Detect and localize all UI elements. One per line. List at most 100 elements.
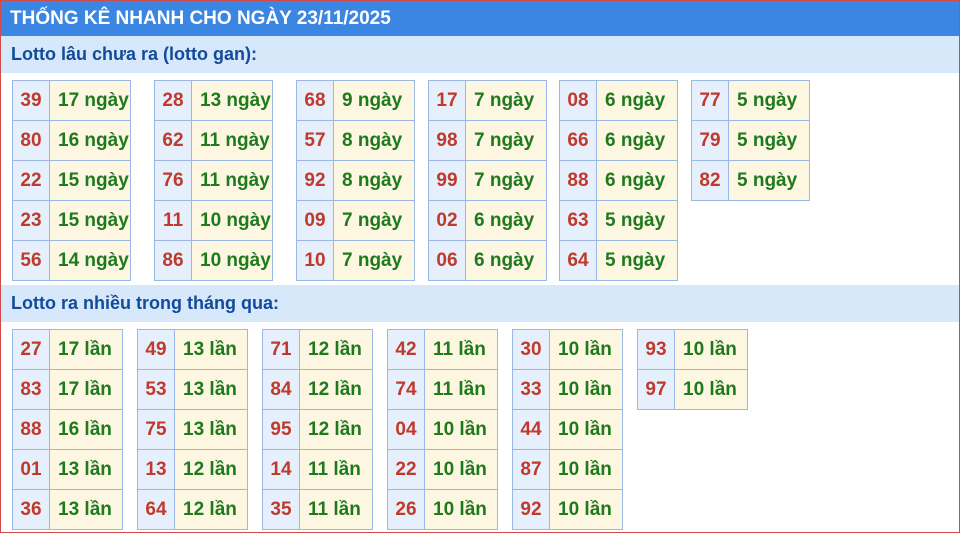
lotto-number: 26	[388, 490, 425, 529]
lotto-gan-groups: 39 17 ngày 80 16 ngày 22 15 ngày 23 15 ngày 56 14…	[1, 73, 959, 285]
times-appeared-count: 16 lần	[50, 410, 122, 449]
times-appeared-count: 13 lần	[50, 490, 122, 529]
table-row: 01 13 lần	[13, 449, 122, 489]
days-absent-count: 7 ngày	[334, 201, 414, 240]
lotto-number: 63	[560, 201, 597, 240]
stats-panel: THỐNG KÊ NHANH CHO NGÀY 23/11/2025 Lotto…	[0, 0, 960, 533]
table-row: 53 13 lần	[138, 369, 247, 409]
lotto-number: 92	[513, 490, 550, 529]
table-row: 66 6 ngày	[560, 120, 677, 160]
table-row: 86 10 ngày	[155, 240, 272, 280]
days-absent-count: 7 ngày	[466, 121, 546, 160]
days-absent-count: 15 ngày	[50, 161, 130, 200]
times-appeared-count: 10 lần	[675, 330, 747, 369]
lotto-number: 87	[513, 450, 550, 489]
table-row: 26 10 lần	[388, 489, 497, 529]
table-row: 30 10 lần	[513, 330, 622, 369]
table-row: 56 14 ngày	[13, 240, 130, 280]
lotto-number: 77	[692, 81, 729, 120]
lotto-number: 36	[13, 490, 50, 529]
times-appeared-count: 13 lần	[175, 330, 247, 369]
table-row: 22 15 ngày	[13, 160, 130, 200]
times-appeared-count: 11 lần	[300, 490, 372, 529]
lotto-number: 75	[138, 410, 175, 449]
days-absent-group: 68 9 ngày 57 8 ngày 92 8 ngày 09 7 ngày 10 7 ngày	[296, 80, 415, 281]
table-row: 80 16 ngày	[13, 120, 130, 160]
table-row: 99 7 ngày	[429, 160, 546, 200]
days-absent-count: 5 ngày	[729, 81, 809, 120]
table-row: 10 7 ngày	[297, 240, 414, 280]
table-row: 74 11 lần	[388, 369, 497, 409]
days-absent-count: 16 ngày	[50, 121, 130, 160]
page-title: THỐNG KÊ NHANH CHO NGÀY 23/11/2025	[1, 1, 959, 36]
table-row: 57 8 ngày	[297, 120, 414, 160]
table-row: 35 11 lần	[263, 489, 372, 529]
table-row: 97 10 lần	[638, 369, 747, 409]
table-row: 88 16 lần	[13, 409, 122, 449]
table-row: 39 17 ngày	[13, 81, 130, 120]
section-heading-lotto-frequent: Lotto ra nhiều trong tháng qua:	[1, 285, 959, 322]
times-appeared-count: 12 lần	[300, 330, 372, 369]
days-absent-count: 17 ngày	[50, 81, 130, 120]
days-absent-count: 11 ngày	[192, 121, 272, 160]
times-appeared-count: 10 lần	[550, 330, 622, 369]
table-row: 93 10 lần	[638, 330, 747, 369]
lotto-number: 64	[560, 241, 597, 280]
table-row: 22 10 lần	[388, 449, 497, 489]
days-absent-count: 7 ngày	[466, 161, 546, 200]
lotto-number: 22	[388, 450, 425, 489]
table-row: 14 11 lần	[263, 449, 372, 489]
days-absent-count: 5 ngày	[729, 121, 809, 160]
times-appeared-group: 49 13 lần 53 13 lần 75 13 lần 13 12 lần 64 12 lần	[137, 329, 248, 530]
lotto-number: 74	[388, 370, 425, 409]
lotto-number: 88	[13, 410, 50, 449]
times-appeared-count: 10 lần	[550, 410, 622, 449]
table-row: 88 6 ngày	[560, 160, 677, 200]
lotto-number: 49	[138, 330, 175, 369]
times-appeared-count: 10 lần	[425, 410, 497, 449]
days-absent-count: 5 ngày	[729, 161, 809, 200]
days-absent-group: 08 6 ngày 66 6 ngày 88 6 ngày 63 5 ngày 64 5 ngày	[559, 80, 678, 281]
table-row: 28 13 ngày	[155, 81, 272, 120]
days-absent-count: 13 ngày	[192, 81, 272, 120]
times-appeared-count: 10 lần	[550, 450, 622, 489]
times-appeared-count: 13 lần	[175, 370, 247, 409]
times-appeared-group: 71 12 lần 84 12 lần 95 12 lần 14 11 lần 35 11 lần	[262, 329, 373, 530]
times-appeared-count: 10 lần	[550, 490, 622, 529]
times-appeared-count: 12 lần	[175, 450, 247, 489]
table-row: 68 9 ngày	[297, 81, 414, 120]
times-appeared-count: 11 lần	[425, 370, 497, 409]
lotto-number: 92	[297, 161, 334, 200]
table-row: 02 6 ngày	[429, 200, 546, 240]
lotto-number: 82	[692, 161, 729, 200]
lotto-number: 22	[13, 161, 50, 200]
table-row: 06 6 ngày	[429, 240, 546, 280]
table-row: 76 11 ngày	[155, 160, 272, 200]
lotto-number: 99	[429, 161, 466, 200]
table-row: 92 8 ngày	[297, 160, 414, 200]
section-heading-lotto-gan: Lotto lâu chưa ra (lotto gan):	[1, 36, 959, 73]
lotto-number: 04	[388, 410, 425, 449]
lotto-number: 68	[297, 81, 334, 120]
lotto-number: 53	[138, 370, 175, 409]
times-appeared-count: 17 lần	[50, 330, 122, 369]
table-row: 83 17 lần	[13, 369, 122, 409]
table-row: 63 5 ngày	[560, 200, 677, 240]
days-absent-count: 6 ngày	[466, 201, 546, 240]
table-row: 98 7 ngày	[429, 120, 546, 160]
days-absent-count: 6 ngày	[597, 121, 677, 160]
lotto-number: 14	[263, 450, 300, 489]
days-absent-count: 9 ngày	[334, 81, 414, 120]
lotto-number: 62	[155, 121, 192, 160]
times-appeared-count: 11 lần	[300, 450, 372, 489]
days-absent-count: 14 ngày	[50, 241, 130, 280]
lotto-number: 09	[297, 201, 334, 240]
days-absent-group: 28 13 ngày 62 11 ngày 76 11 ngày 11 10 ngày 86 10…	[154, 80, 273, 281]
lotto-number: 39	[13, 81, 50, 120]
table-row: 49 13 lần	[138, 330, 247, 369]
lotto-number: 33	[513, 370, 550, 409]
days-absent-count: 10 ngày	[192, 201, 272, 240]
times-appeared-count: 10 lần	[425, 490, 497, 529]
days-absent-count: 10 ngày	[192, 241, 272, 280]
lotto-number: 44	[513, 410, 550, 449]
